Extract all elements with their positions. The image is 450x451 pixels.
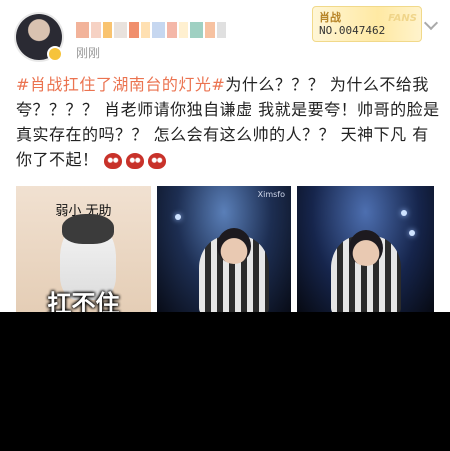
stage-light-icon xyxy=(409,230,415,236)
fan-badge[interactable]: 肖战 NO.0047462 FANS xyxy=(312,6,422,42)
pixel-block xyxy=(102,22,112,38)
pixel-block xyxy=(129,22,139,38)
hashtag-link[interactable]: #肖战扛住了湖南台的灯光# xyxy=(16,75,225,94)
pixel-block xyxy=(91,22,101,38)
verified-badge-icon xyxy=(47,46,63,62)
meme-bottom-text: 扛不住 xyxy=(47,290,120,312)
fan-badge-name: 肖战 xyxy=(319,11,341,24)
pixel-block xyxy=(205,22,215,38)
performer-head xyxy=(349,230,383,266)
stage-light-icon xyxy=(401,210,407,216)
performer-head xyxy=(217,228,251,264)
angry-icon xyxy=(126,152,145,169)
emoji-row xyxy=(104,152,167,169)
weibo-post-card: 刚刚 肖战 NO.0047462 FANS #肖战扛住了湖南台的灯光#为什么？？… xyxy=(0,0,450,312)
post-text: #肖战扛住了湖南台的灯光#为什么？？？ 为什么不给我夸？？？？ 肖老师请你独自谦… xyxy=(16,72,441,172)
username-pixelated[interactable] xyxy=(76,22,226,40)
pixel-block xyxy=(151,22,166,38)
photo-credit: Ximsfo xyxy=(257,190,285,199)
pixel-block xyxy=(113,22,128,38)
pixel-block xyxy=(189,22,204,38)
cat-head xyxy=(62,214,114,244)
chevron-down-icon[interactable] xyxy=(423,15,439,31)
fan-badge-number: NO.0047462 xyxy=(319,24,386,37)
stage-light-icon xyxy=(175,214,181,220)
image-grid: 弱小 无助 扛不住 Ximsfo xyxy=(16,186,434,312)
angry-icon xyxy=(104,152,123,169)
pixel-block xyxy=(140,22,150,38)
pixel-block xyxy=(167,22,177,38)
post-time: 刚刚 xyxy=(76,46,101,60)
stage-photo-2[interactable] xyxy=(297,186,434,312)
fan-badge-watermark: FANS xyxy=(388,13,417,24)
meme-image[interactable]: 弱小 无助 扛不住 xyxy=(16,186,151,312)
angry-icon xyxy=(148,152,167,169)
stage-photo-1[interactable]: Ximsfo xyxy=(157,186,291,312)
pixel-block xyxy=(216,22,226,38)
pixel-block xyxy=(76,22,90,38)
pixel-block xyxy=(178,22,188,38)
